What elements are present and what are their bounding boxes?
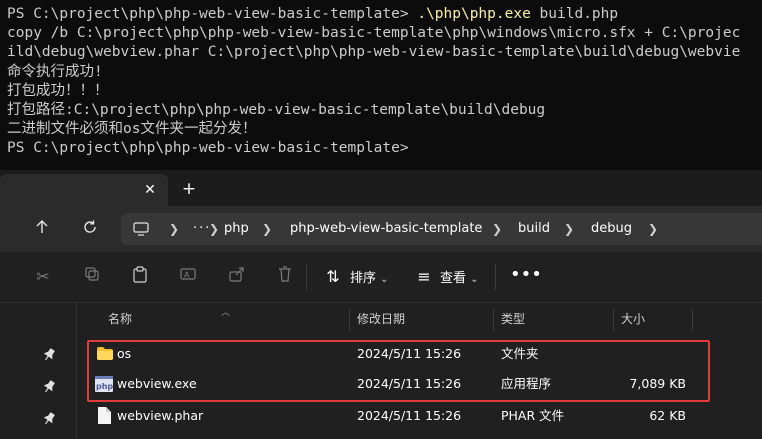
column-header-row: ︿ 名称 修改日期 类型 大小	[77, 303, 762, 335]
chevron-right-icon[interactable]: ❯	[262, 213, 272, 245]
new-tab-button[interactable]: +	[178, 178, 200, 200]
navigation-bar: ❯ ··· ❯ php ❯ php-web-view-basic-templat…	[0, 206, 762, 252]
explorer-tab[interactable]: ✕	[0, 174, 168, 206]
view-icon[interactable]: ≡	[413, 266, 435, 288]
sort-button[interactable]: 排序 ⌄	[350, 267, 389, 286]
paste-icon[interactable]	[129, 266, 151, 288]
svg-text:A: A	[184, 271, 190, 280]
terminal-line: 打包成功！！！	[7, 82, 109, 99]
sort-caret-icon: ︿	[221, 308, 231, 318]
column-header-size[interactable]: 大小	[621, 303, 645, 335]
breadcrumb-item[interactable]: debug	[591, 213, 632, 245]
terminal-line: ild\debug\webview.phar C:\project\php\ph…	[7, 44, 741, 61]
sort-icon[interactable]: ⇅	[322, 266, 344, 288]
file-type: PHAR 文件	[501, 408, 565, 423]
chevron-right-icon[interactable]: ❯	[564, 213, 574, 245]
refresh-icon[interactable]	[76, 216, 104, 242]
cut-icon[interactable]: ✂	[32, 266, 54, 288]
share-icon[interactable]	[226, 266, 248, 288]
monitor-icon[interactable]	[133, 213, 149, 245]
column-header-modified[interactable]: 修改日期	[357, 303, 405, 335]
rename-icon[interactable]: A	[177, 266, 199, 288]
chevron-right-icon[interactable]: ❯	[492, 213, 502, 245]
terminal-line: 打包路径:C:\project\php\php-web-view-basic-t…	[7, 102, 546, 119]
file-size: 62 KB	[649, 408, 686, 423]
pin-icon[interactable]	[42, 348, 56, 362]
command-bar: ✂ A ⇅ 排序 ⌄ ≡ 查看 ⌄ •••	[0, 252, 762, 303]
delete-icon[interactable]	[274, 266, 296, 288]
breadcrumb-item[interactable]: build	[518, 213, 550, 245]
terminal-line: PS C:\project\php\php-web-view-basic-tem…	[7, 140, 409, 157]
column-header-name[interactable]: 名称	[108, 303, 132, 335]
chevron-down-icon: ⌄	[380, 274, 389, 285]
column-divider[interactable]	[349, 309, 350, 331]
terminal-line: PS C:\project\php\php-web-view-basic-tem…	[7, 6, 619, 22]
terminal-line: copy /b C:\project\php\php-web-view-basi…	[7, 25, 741, 42]
column-divider[interactable]	[613, 309, 614, 331]
tab-bar: ✕ +	[0, 170, 762, 206]
toolbar-divider	[306, 264, 307, 290]
copy-icon[interactable]	[81, 266, 103, 288]
chevron-right-icon[interactable]: ❯	[648, 213, 658, 245]
pin-icon[interactable]	[42, 380, 56, 394]
column-divider[interactable]	[493, 309, 494, 331]
highlight-box	[87, 340, 710, 402]
terminal[interactable]: PS C:\project\php\php-web-view-basic-tem…	[0, 0, 762, 170]
file-modified: 2024/5/11 15:26	[357, 408, 462, 423]
navigation-pane	[0, 303, 77, 439]
terminal-line: 命令执行成功!	[7, 63, 103, 80]
toolbar-divider	[495, 264, 496, 290]
pin-icon[interactable]	[42, 412, 56, 426]
chevron-down-icon: ⌄	[470, 274, 479, 285]
up-arrow-icon[interactable]	[28, 216, 56, 242]
breadcrumb-item[interactable]: php-web-view-basic-template	[290, 213, 482, 245]
chevron-right-icon[interactable]: ❯	[209, 213, 219, 245]
breadcrumb-item[interactable]: php	[224, 213, 249, 245]
column-header-type[interactable]: 类型	[501, 303, 525, 335]
file-row[interactable]: webview.phar 2024/5/11 15:26 PHAR 文件 62 …	[77, 401, 762, 431]
more-options-button[interactable]: •••	[510, 264, 542, 285]
file-name: webview.phar	[117, 408, 204, 423]
address-bar[interactable]: ❯ ··· ❯ php ❯ php-web-view-basic-templat…	[121, 213, 762, 245]
close-icon[interactable]: ✕	[139, 179, 161, 201]
terminal-line: 二进制文件必须和os文件夹一起分发！	[7, 121, 257, 138]
chevron-right-icon[interactable]: ❯	[169, 213, 179, 245]
column-divider[interactable]	[692, 309, 693, 331]
view-button[interactable]: 查看 ⌄	[440, 267, 479, 286]
file-icon	[98, 407, 111, 424]
